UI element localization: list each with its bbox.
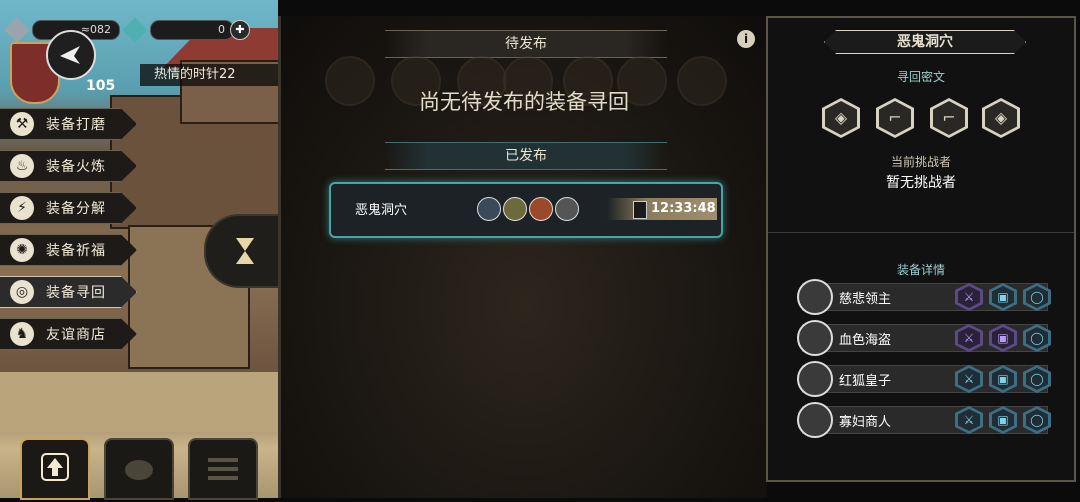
armor-slot-icon[interactable]: ▣ bbox=[989, 324, 1017, 352]
rune-slot-3[interactable]: ⌐ bbox=[930, 98, 968, 138]
list-icon bbox=[208, 458, 238, 480]
boss-row[interactable]: 慈悲领主 ⚔ ▣ ◯ bbox=[797, 279, 1051, 315]
boss-pirate-icon bbox=[503, 197, 527, 221]
coin-icon bbox=[4, 17, 30, 43]
sword-slot-icon[interactable]: ⚔ bbox=[955, 283, 983, 311]
sword-slot-icon[interactable]: ⚔ bbox=[955, 365, 983, 393]
flame-icon: ♨ bbox=[10, 154, 34, 178]
quest-name: 恶鬼洞穴 bbox=[355, 203, 408, 218]
menu-label: 装备祈福 bbox=[46, 243, 106, 259]
challenger-value: 暂无挑战者 bbox=[886, 175, 956, 191]
rune-glyph-icon: ◈ bbox=[985, 101, 1017, 135]
list-button[interactable] bbox=[188, 438, 258, 500]
hourglass-icon bbox=[236, 238, 254, 264]
menu-item-friendship-shop[interactable]: ♞ 友谊商店 bbox=[0, 318, 137, 350]
bag-button[interactable] bbox=[104, 438, 174, 500]
dungeon-title: 恶鬼洞穴 bbox=[824, 30, 1026, 54]
pending-empty-text: 尚无待发布的装备寻回 bbox=[419, 90, 629, 114]
gem-count: 0 bbox=[150, 20, 234, 40]
menu-label: 友谊商店 bbox=[46, 327, 106, 343]
hammer-icon: ⚒ bbox=[10, 112, 34, 136]
rune-glyph-icon: ◈ bbox=[825, 101, 857, 135]
rune-slot-4[interactable]: ◈ bbox=[982, 98, 1020, 138]
menu-label: 装备分解 bbox=[46, 201, 106, 217]
boss-fox-icon bbox=[529, 197, 553, 221]
boss-avatar bbox=[797, 320, 833, 356]
menu-item-refine[interactable]: ♨ 装备火炼 bbox=[0, 150, 137, 182]
sword-slot-icon[interactable]: ⚔ bbox=[955, 406, 983, 434]
boss-avatar bbox=[797, 279, 833, 315]
menu-label: 装备打磨 bbox=[46, 117, 106, 133]
ground bbox=[0, 372, 278, 432]
boss-avatar bbox=[797, 361, 833, 397]
dungeon-detail-panel: 恶鬼洞穴 寻回密文 ◈ ⌐ ⌐ ◈ 当前挑战者 暂无挑战者 装备详情 慈悲领主 … bbox=[766, 16, 1076, 482]
upload-button[interactable] bbox=[20, 438, 90, 500]
ring-slot-icon[interactable]: ◯ bbox=[1023, 283, 1051, 311]
menu-item-dismantle[interactable]: ⚡ 装备分解 bbox=[0, 192, 137, 224]
boss-lord-icon bbox=[477, 197, 501, 221]
rune-slot-2[interactable]: ⌐ bbox=[876, 98, 914, 138]
split-icon: ⚡ bbox=[10, 196, 34, 220]
fox-icon: ♞ bbox=[10, 322, 34, 346]
boss-row[interactable]: 血色海盗 ⚔ ▣ ◯ bbox=[797, 320, 1051, 356]
warmth-status: 热情的时针22 bbox=[140, 64, 288, 86]
boss-avatar bbox=[797, 402, 833, 438]
info-icon[interactable]: i bbox=[737, 30, 755, 48]
hourglass-small-icon bbox=[633, 201, 647, 219]
ring-slot-icon[interactable]: ◯ bbox=[1023, 324, 1051, 352]
player-level: 105 bbox=[86, 78, 116, 94]
ring-slot-icon[interactable]: ◯ bbox=[1023, 365, 1051, 393]
rune-slot-1[interactable]: ◈ bbox=[822, 98, 860, 138]
menu-label: 装备火炼 bbox=[46, 159, 106, 175]
player-avatar[interactable] bbox=[46, 30, 96, 80]
boss-row[interactable]: 红狐皇子 ⚔ ▣ ◯ bbox=[797, 361, 1051, 397]
armor-slot-icon[interactable]: ▣ bbox=[989, 365, 1017, 393]
ring-slot-icon[interactable]: ◯ bbox=[1023, 406, 1051, 434]
menu-item-bless[interactable]: ✺ 装备祈福 bbox=[0, 234, 137, 266]
published-header: 已发布 bbox=[385, 142, 667, 170]
gem-icon bbox=[122, 17, 148, 43]
rune-glyph-icon: ⌐ bbox=[933, 101, 965, 135]
upload-icon bbox=[41, 453, 69, 481]
details-label: 装备详情 bbox=[896, 263, 945, 277]
currency-bar: ≈082 0 ✚ bbox=[4, 17, 250, 43]
bag-icon bbox=[125, 460, 153, 480]
send-arrow-icon bbox=[60, 46, 80, 64]
quest-timer: 12:33:48 bbox=[607, 198, 717, 220]
armor-slot-icon[interactable]: ▣ bbox=[989, 406, 1017, 434]
sword-slot-icon[interactable]: ⚔ bbox=[955, 324, 983, 352]
menu-item-retrieve[interactable]: ◎ 装备寻回 bbox=[0, 276, 137, 308]
challenger-label: 当前挑战者 bbox=[890, 155, 951, 169]
boss-name: 红狐皇子 bbox=[839, 374, 892, 389]
boss-name: 寡妇商人 bbox=[839, 415, 892, 430]
boss-merchant-icon bbox=[555, 197, 579, 221]
boss-name: 血色海盗 bbox=[839, 333, 892, 348]
divider bbox=[768, 232, 1074, 233]
spiral-icon: ◎ bbox=[10, 280, 34, 304]
menu-item-polish[interactable]: ⚒ 装备打磨 bbox=[0, 108, 137, 140]
rune-glyph-icon: ⌐ bbox=[879, 101, 911, 135]
pending-header: 待发布 bbox=[385, 30, 667, 58]
armor-slot-icon[interactable]: ▣ bbox=[989, 283, 1017, 311]
timer-text: 12:33:48 bbox=[651, 201, 716, 216]
retrieve-board: 待发布 i 尚无待发布的装备寻回 已发布 恶鬼洞穴 12:33:48 bbox=[278, 16, 767, 498]
hourglass-side-button[interactable] bbox=[204, 214, 280, 288]
menu-label: 装备寻回 bbox=[46, 285, 106, 301]
bless-icon: ✺ bbox=[10, 238, 34, 262]
boss-name: 慈悲领主 bbox=[839, 292, 892, 307]
add-currency-button[interactable]: ✚ bbox=[230, 20, 250, 40]
boss-row[interactable]: 寡妇商人 ⚔ ▣ ◯ bbox=[797, 402, 1051, 438]
runes-label: 寻回密文 bbox=[896, 70, 945, 84]
published-quest-card[interactable]: 恶鬼洞穴 12:33:48 bbox=[329, 182, 723, 238]
